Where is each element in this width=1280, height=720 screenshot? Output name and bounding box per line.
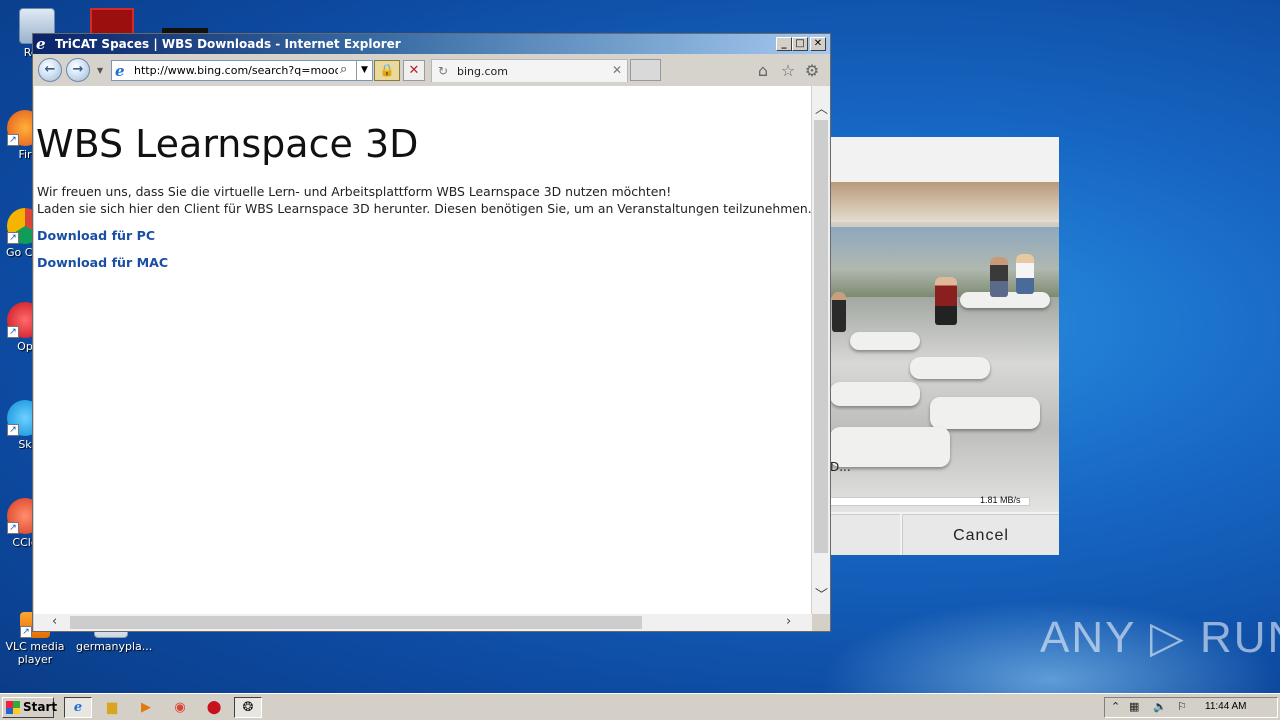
intro-line-2: Laden sie sich hier den Client für WBS L… xyxy=(37,201,811,216)
favorites-star-icon[interactable]: ☆ xyxy=(778,61,798,81)
page-title: WBS Learnspace 3D xyxy=(36,122,419,166)
desktop-icon-label: germanypla... xyxy=(76,640,153,653)
address-dropdown-icon[interactable]: ▼ xyxy=(356,61,372,80)
shortcut-arrow-icon: ↗ xyxy=(20,626,32,638)
shortcut-arrow-icon: ↗ xyxy=(7,522,19,534)
home-icon[interactable]: ⌂ xyxy=(753,61,773,81)
download-status-text: D... xyxy=(830,460,851,474)
installer-window: D... 1.81 MB/s Cancel xyxy=(830,137,1059,555)
desktop-icon-label: VLC media player xyxy=(5,640,65,666)
scroll-up-icon[interactable]: ︿ xyxy=(815,98,828,117)
shortcut-arrow-icon: ↗ xyxy=(7,134,19,146)
download-mac-link[interactable]: Download für MAC xyxy=(37,255,168,270)
new-tab-button[interactable] xyxy=(630,59,661,81)
vertical-scroll-thumb[interactable] xyxy=(814,120,828,553)
seat xyxy=(910,357,990,379)
network-icon[interactable]: ▦ xyxy=(1129,700,1139,713)
clock[interactable]: 11:44 AM xyxy=(1205,701,1247,712)
seat xyxy=(830,382,920,406)
maximize-button[interactable]: □ xyxy=(792,37,808,51)
system-tray: ⌃ ▦ 🔈 ⚐ 11:44 AM xyxy=(1104,697,1278,718)
taskbar: Start e ▆ ▶ ◉ ⬤ ❂ ⌃ ▦ 🔈 ⚐ 11:44 AM xyxy=(0,693,1280,720)
history-dropdown-icon[interactable]: ▼ xyxy=(97,66,103,75)
search-icon[interactable]: ⌕ xyxy=(340,62,347,77)
browser-toolbar: ← → ▼ e http://www.bing.com/search?q=moo… xyxy=(33,54,830,86)
intro-line-1: Wir freuen uns, dass Sie die virtuelle L… xyxy=(37,184,672,199)
download-speed: 1.81 MB/s xyxy=(980,495,1021,505)
horizontal-scroll-thumb[interactable] xyxy=(70,616,642,629)
intro-paragraph: Wir freuen uns, dass Sie die virtuelle L… xyxy=(37,183,811,217)
avatar xyxy=(1016,254,1034,294)
windows-logo-icon xyxy=(6,701,20,714)
tab-bing[interactable]: ↻ bing.com ✕ xyxy=(431,59,628,82)
internet-explorer-window: e TriCAT Spaces | WBS Downloads - Intern… xyxy=(32,33,831,632)
start-label: Start xyxy=(23,700,58,714)
loading-spinner-icon: ↻ xyxy=(438,64,449,78)
avatar xyxy=(832,292,846,332)
ceiling xyxy=(830,182,1059,222)
shortcut-arrow-icon: ↗ xyxy=(7,424,19,436)
tray-expand-icon[interactable]: ⌃ xyxy=(1111,700,1120,713)
horizontal-scrollbar[interactable]: ‹ › xyxy=(34,614,812,631)
tab-close-icon[interactable]: ✕ xyxy=(612,63,622,77)
close-button[interactable]: ✕ xyxy=(810,37,826,51)
taskbar-chrome-icon[interactable]: ◉ xyxy=(166,697,194,718)
volume-icon[interactable]: 🔈 xyxy=(1153,700,1167,713)
learnspace-3d-preview-image xyxy=(830,182,1059,512)
gear-icon[interactable]: ⚙ xyxy=(802,61,822,81)
avatar xyxy=(935,277,957,325)
page-favicon-icon: e xyxy=(115,62,125,80)
avatar xyxy=(990,257,1008,297)
start-button[interactable]: Start xyxy=(2,697,58,718)
action-center-flag-icon[interactable]: ⚐ xyxy=(1177,700,1187,713)
page-content: WBS Learnspace 3D Wir freuen uns, dass S… xyxy=(34,86,811,614)
window-titlebar[interactable]: e TriCAT Spaces | WBS Downloads - Intern… xyxy=(33,34,830,54)
minimize-button[interactable]: _ xyxy=(776,37,792,51)
taskbar-media-player-icon[interactable]: ▶ xyxy=(132,697,160,718)
address-url[interactable]: http://www.bing.com/search?q=mooop&s xyxy=(134,64,338,77)
scroll-down-icon[interactable]: ﹀ xyxy=(815,584,828,603)
stop-button[interactable]: ✕ xyxy=(403,60,425,81)
back-button[interactable]: ← xyxy=(38,58,62,82)
taskbar-opera-icon[interactable]: ⬤ xyxy=(200,697,228,718)
shortcut-arrow-icon: ↗ xyxy=(7,232,19,244)
cancel-button[interactable]: Cancel xyxy=(902,514,1059,555)
internet-explorer-icon: e xyxy=(36,35,46,53)
seat xyxy=(850,332,920,350)
forward-button[interactable]: → xyxy=(66,58,90,82)
scroll-left-icon[interactable]: ‹ xyxy=(52,614,57,629)
taskbar-explorer-folder-icon[interactable]: ▆ xyxy=(98,697,126,718)
download-pc-link[interactable]: Download für PC xyxy=(37,228,155,243)
address-bar[interactable]: e http://www.bing.com/search?q=mooop&s ⌕… xyxy=(111,60,373,81)
taskbar-installer-icon[interactable]: ❂ xyxy=(234,697,262,718)
shortcut-arrow-icon: ↗ xyxy=(7,326,19,338)
window-title: TriCAT Spaces | WBS Downloads - Internet… xyxy=(55,37,401,51)
taskbar-internet-explorer[interactable]: e xyxy=(64,697,92,718)
vertical-scrollbar[interactable]: ︿ ﹀ xyxy=(812,86,830,614)
lock-icon[interactable]: 🔒 xyxy=(374,60,400,81)
seat xyxy=(930,397,1040,429)
anyrun-watermark-logo: ANY ▷ RUN xyxy=(1040,613,1280,662)
adobe-reader-icon[interactable] xyxy=(90,8,134,36)
tab-label: bing.com xyxy=(457,65,508,78)
installer-secondary-button[interactable] xyxy=(830,514,900,555)
scroll-right-icon[interactable]: › xyxy=(786,614,791,629)
